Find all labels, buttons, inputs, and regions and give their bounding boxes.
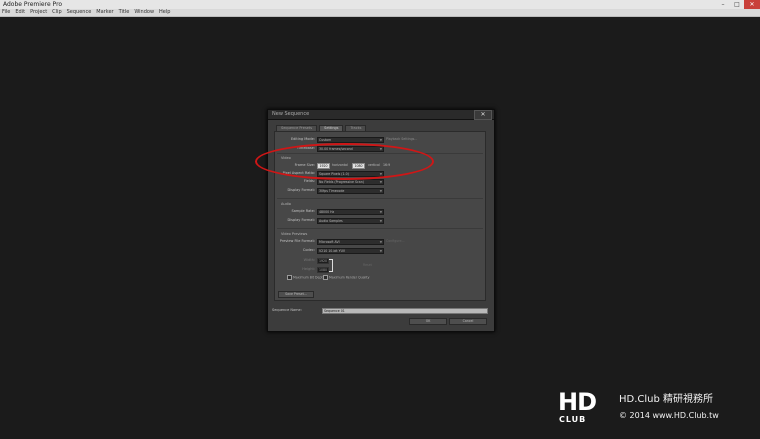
settings-panel: Editing Mode: Custom ▼ Playback Settings.… [274,131,486,301]
max-bit-depth-checkbox[interactable]: Maximum Bit Depth [287,275,325,280]
chevron-down-icon: ▼ [379,189,382,193]
vertical-label: vertical [368,163,380,167]
window-controls: – □ ✕ [716,0,760,9]
max-render-quality-checkbox[interactable]: Maximum Render Quality [323,275,369,280]
dialog-title-bar: New Sequence ✕ [268,110,494,120]
menu-clip[interactable]: Clip [52,9,61,16]
preview-file-format-value: Microsoft AVI [319,240,340,244]
dialog-title: New Sequence [272,111,310,117]
chevron-down-icon: ▼ [379,172,382,176]
fields-value: No Fields (Progressive Scan) [319,180,364,184]
checkbox-box [287,275,292,280]
sequence-name-label: Sequence Name: [272,308,302,312]
menu-help[interactable]: Help [159,9,170,16]
horizontal-label: horizontal [332,163,348,167]
preview-height-label: Height: [302,267,315,271]
divider [277,198,483,199]
pixel-aspect-dropdown[interactable]: Square Pixels (1.0) ▼ [317,171,384,177]
editing-mode-label: Editing Mode: [290,137,315,141]
sample-rate-label: Sample Rate: [291,209,315,213]
video-display-format-value: 30fps Timecode [319,189,345,193]
chevron-down-icon: ▼ [379,147,382,151]
divider [277,228,483,229]
video-previews-section-title: Video Previews [281,232,308,236]
sequence-name-input[interactable]: Sequence 01 [322,308,488,314]
logo-club-text: CLUB [559,415,587,424]
codec-value: V210 10-bit YUV [319,249,346,253]
hdclub-logo: HD CLUB [558,390,611,424]
window-title: Adobe Premiere Pro [3,1,63,8]
frame-width-input[interactable]: 1920 [317,163,330,169]
sample-rate-dropdown[interactable]: 48000 Hz ▼ [317,209,384,215]
video-display-format-label: Display Format: [287,188,315,192]
fields-label: Fields: [303,179,315,183]
pixel-aspect-value: Square Pixels (1.0) [319,172,349,176]
frame-size-label: Frame Size: [294,163,315,167]
close-window-button[interactable]: ✕ [744,0,760,9]
chevron-down-icon: ▼ [379,249,382,253]
audio-display-format-value: Audio Samples [319,219,343,223]
save-preset-button[interactable]: Save Preset... [278,291,314,298]
audio-display-format-label: Display Format: [287,218,315,222]
minimize-button[interactable]: – [716,0,730,9]
audio-display-format-dropdown[interactable]: Audio Samples ▼ [317,218,384,224]
codec-label: Codec: [302,248,315,252]
max-render-quality-label: Maximum Render Quality [329,275,370,280]
pixel-aspect-label: Pixel Aspect Ratio: [282,171,315,175]
codec-dropdown[interactable]: V210 10-bit YUV ▼ [317,248,384,254]
preview-file-format-label: Preview File Format: [279,239,315,243]
timebase-value: 30.00 frames/second [319,147,353,151]
preview-width-input[interactable]: 1920 [317,258,329,264]
timebase-label: Timebase: [296,146,315,150]
link-icon[interactable] [329,259,333,272]
chevron-down-icon: ▼ [379,240,382,244]
menu-bar: File Edit Project Clip Sequence Marker T… [0,9,760,17]
window-title-bar: Adobe Premiere Pro – □ ✕ [0,0,760,9]
ok-button[interactable]: OK [409,318,447,325]
menu-window[interactable]: Window [134,9,154,16]
preview-file-format-dropdown[interactable]: Microsoft AVI ▼ [317,239,384,245]
cancel-button[interactable]: Cancel [449,318,487,325]
chevron-down-icon: ▼ [379,180,382,184]
preview-height-input[interactable]: 1080 [317,267,329,273]
brand-name: HD.Club 精研視務所 [619,394,714,405]
maximize-button[interactable]: □ [730,0,744,9]
frame-height-input[interactable]: 1080 [352,163,365,169]
fields-dropdown[interactable]: No Fields (Progressive Scan) ▼ [317,179,384,185]
menu-edit[interactable]: Edit [15,9,25,16]
video-display-format-dropdown[interactable]: 30fps Timecode ▼ [317,188,384,194]
checkbox-box [323,275,328,280]
aspect-ratio-text: 16:9 [383,163,391,167]
video-section-title: Video [281,156,291,160]
copyright-text: © 2014 www.HD.Club.tw [619,411,719,420]
divider [277,153,483,154]
chevron-down-icon: ▼ [379,210,382,214]
sample-rate-value: 48000 Hz [319,210,335,214]
timebase-dropdown[interactable]: 30.00 frames/second ▼ [317,146,384,152]
chevron-down-icon: ▼ [379,138,382,142]
preview-width-label: Width: [303,258,315,262]
reset-button[interactable]: Reset [363,263,372,267]
configure-button[interactable]: Configure... [386,239,405,243]
menu-sequence[interactable]: Sequence [67,9,92,16]
audio-section-title: Audio [281,202,291,206]
chevron-down-icon: ▼ [379,219,382,223]
menu-title[interactable]: Title [119,9,130,16]
menu-project[interactable]: Project [30,9,47,16]
logo-hd-text: HD [558,388,597,416]
editing-mode-dropdown[interactable]: Custom ▼ [317,137,384,143]
menu-marker[interactable]: Marker [96,9,113,16]
menu-file[interactable]: File [2,9,10,16]
dialog-close-button[interactable]: ✕ [474,110,492,120]
playback-settings-button[interactable]: Playback Settings... [386,137,417,141]
editing-mode-value: Custom [319,138,332,142]
new-sequence-dialog: New Sequence ✕ Sequence Presets Settings… [267,109,495,332]
max-bit-depth-label: Maximum Bit Depth [293,275,325,280]
